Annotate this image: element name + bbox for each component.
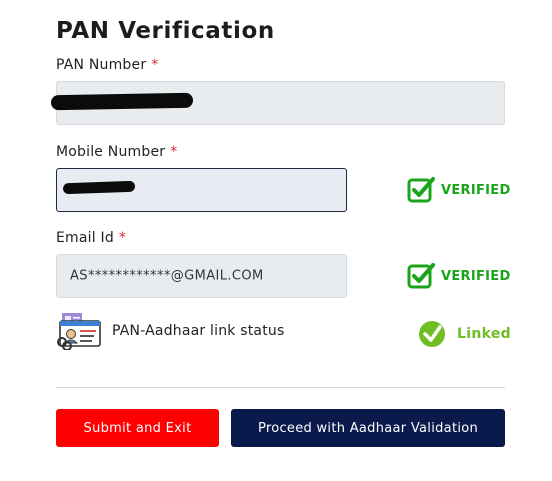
email-verified-badge: VERIFIED xyxy=(407,262,511,290)
required-asterisk: * xyxy=(170,144,178,160)
email-label: Email Id * xyxy=(56,230,127,246)
submit-and-exit-button[interactable]: Submit and Exit xyxy=(56,409,219,447)
email-field[interactable]: AS************@GMAIL.COM xyxy=(56,254,347,298)
verified-check-icon xyxy=(407,177,435,203)
mobile-number-field[interactable] xyxy=(56,168,347,212)
verified-check-icon xyxy=(407,263,435,289)
link-status-label: PAN-Aadhaar link status xyxy=(112,323,285,339)
redacted-value xyxy=(62,180,136,195)
redacted-value xyxy=(50,92,194,111)
linked-badge: Linked xyxy=(419,319,511,349)
pan-number-label: PAN Number * xyxy=(56,57,159,73)
divider xyxy=(56,387,505,388)
proceed-aadhaar-validation-button[interactable]: Proceed with Aadhaar Validation xyxy=(231,409,505,447)
required-asterisk: * xyxy=(151,57,159,73)
id-card-link-icon xyxy=(57,313,101,350)
mobile-number-label: Mobile Number * xyxy=(56,144,178,160)
pan-number-field[interactable] xyxy=(50,81,505,125)
email-value: AS************@GMAIL.COM xyxy=(70,268,264,284)
mobile-verified-badge: VERIFIED xyxy=(407,176,511,204)
page-title: PAN Verification xyxy=(56,18,275,44)
linked-check-icon xyxy=(419,321,445,347)
required-asterisk: * xyxy=(118,230,127,246)
pan-aadhaar-link-status: PAN-Aadhaar link status xyxy=(56,312,284,350)
